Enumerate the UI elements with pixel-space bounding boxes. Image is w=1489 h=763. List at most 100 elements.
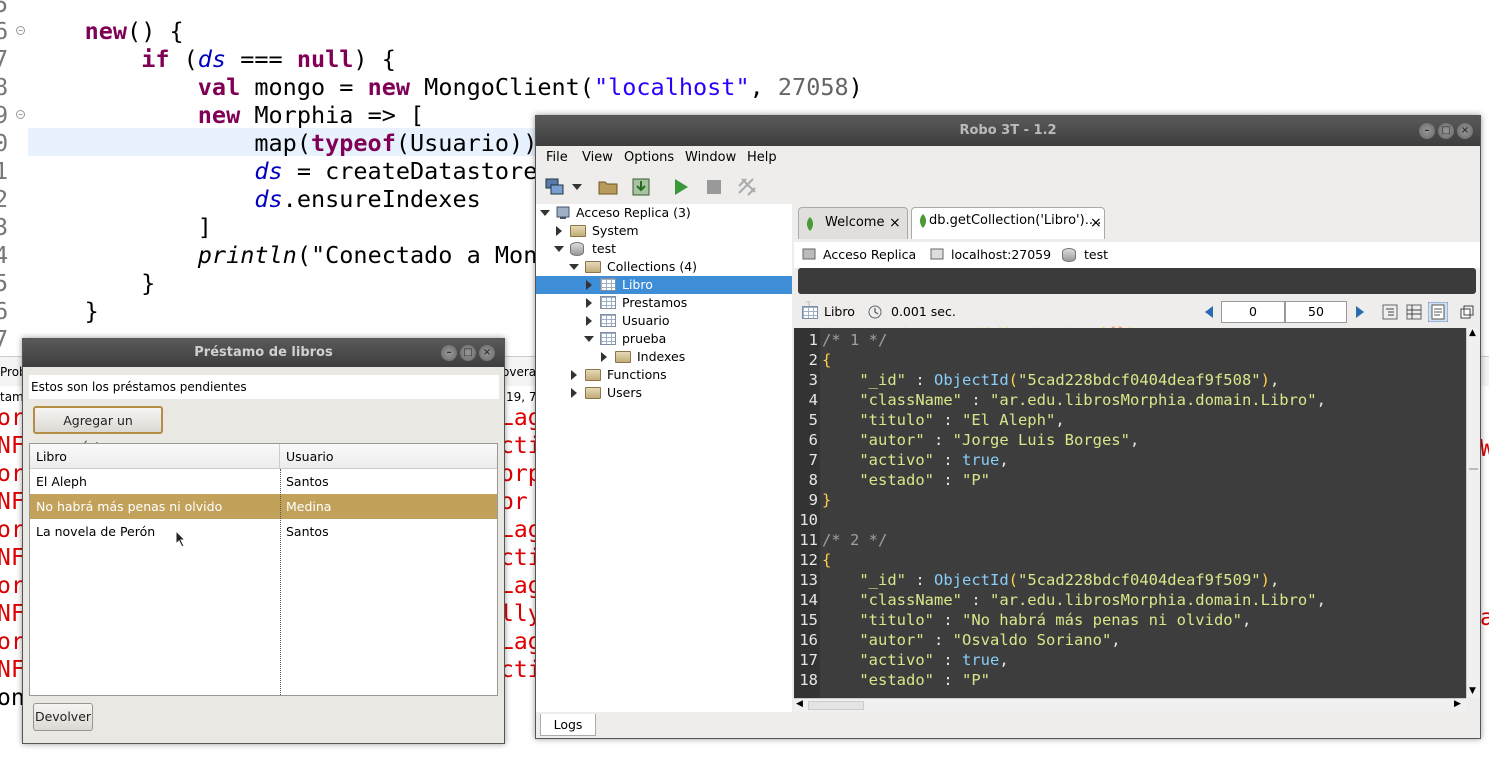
vertical-scrollbar[interactable]: ▲ ▼ — [1466, 328, 1480, 698]
detach-icon[interactable] — [1460, 305, 1474, 319]
logs-tab[interactable]: Logs — [540, 714, 596, 736]
close-tab-icon[interactable]: × — [1090, 208, 1102, 238]
folder-icon — [585, 261, 601, 273]
tree-db-label: test — [592, 241, 617, 256]
tree-collection-libro[interactable]: Libro — [536, 276, 792, 294]
line-number: 5 — [0, 269, 9, 297]
menu-window[interactable]: Window — [685, 146, 736, 170]
fold-icon[interactable]: − — [16, 110, 25, 119]
execute-icon[interactable] — [670, 176, 692, 198]
save-icon[interactable] — [630, 176, 652, 198]
add-loan-button[interactable]: Agregar un préstamo — [33, 406, 163, 454]
skip-input[interactable]: 0 — [1221, 301, 1285, 323]
format-icon[interactable] — [736, 176, 758, 198]
tab-welcome[interactable]: Welcome × — [798, 207, 908, 239]
close-tab-icon[interactable]: × — [889, 208, 901, 238]
limit-input[interactable]: 50 — [1285, 301, 1347, 323]
scroll-up-icon[interactable]: ▲ — [1469, 328, 1476, 338]
next-page-icon[interactable] — [1355, 306, 1365, 318]
prestamos-dialog: Préstamo de libros – □ × Estos son los p… — [22, 338, 505, 744]
info-host: localhost:27059 — [951, 247, 1052, 262]
database-icon — [570, 242, 584, 256]
menu-view[interactable]: View — [582, 146, 613, 170]
menu-options[interactable]: Options — [624, 146, 674, 170]
console-fragment: on — [0, 685, 25, 711]
tab-query[interactable]: db.getCollection('Libro').... × — [911, 207, 1105, 239]
line-number: 7 — [0, 325, 9, 353]
line-number: 8 — [0, 73, 9, 101]
line-number: 4 — [0, 241, 9, 269]
console-fragment: NF — [0, 489, 25, 515]
minimize-icon[interactable]: – — [441, 345, 457, 361]
close-icon[interactable]: × — [479, 345, 495, 361]
tree-item-label: Libro — [622, 277, 653, 292]
database-icon — [1062, 248, 1076, 262]
chevron-down-icon[interactable] — [572, 184, 582, 192]
tree-item-label: prueba — [622, 331, 667, 346]
prev-page-icon[interactable] — [1204, 306, 1214, 318]
collection-icon — [600, 332, 616, 345]
table-row[interactable]: El Aleph Santos — [30, 469, 497, 494]
result-text-view[interactable]: 1/* 1 */2{3 "_id" : ObjectId("5cad228bdc… — [794, 328, 1466, 698]
menu-file[interactable]: File — [546, 146, 568, 170]
table-row[interactable]: No habrá más penas ni olvido Medina — [30, 494, 497, 519]
server-icon — [802, 248, 816, 260]
horizontal-scrollbar[interactable]: ◀ ▶ — [794, 698, 1466, 712]
minimize-icon[interactable]: – — [1419, 123, 1435, 139]
fold-icon[interactable]: − — [16, 26, 25, 35]
dialog-titlebar[interactable]: Préstamo de libros – □ × — [23, 339, 504, 367]
scroll-right-icon[interactable]: ▶ — [1454, 699, 1461, 709]
open-folder-icon[interactable] — [597, 176, 619, 198]
console-fragment: or — [0, 405, 25, 431]
connect-icon[interactable] — [544, 176, 566, 198]
code-line: 9− new Morphia => [ — [0, 101, 540, 129]
column-header-usuario[interactable]: Usuario — [280, 444, 497, 469]
tree-item-label: Prestamos — [622, 295, 688, 310]
tree-system-label: System — [592, 223, 639, 238]
table-row[interactable]: La novela de Perón Santos — [30, 519, 497, 544]
line-number: 7 — [0, 45, 9, 73]
scroll-left-icon[interactable]: ◀ — [796, 699, 803, 709]
toolbar — [536, 172, 1480, 204]
console-status-left: tam — [0, 390, 24, 404]
folder-icon — [585, 369, 601, 381]
clock-icon — [868, 305, 882, 319]
maximize-icon[interactable]: □ — [1438, 123, 1454, 139]
query-input[interactable]: 1 db.getCollection('Libro').find({}) — [798, 268, 1476, 342]
tree-collections-label: Collections (4) — [607, 259, 698, 274]
query-panel: Welcome × db.getCollection('Libro').... … — [794, 204, 1480, 712]
code-line: 5 } — [0, 269, 540, 297]
query-info-bar: Acceso Replica localhost:27059 test — [794, 242, 1480, 268]
console-tab-mid[interactable]: overa — [502, 365, 536, 379]
tree-view-icon[interactable] — [1382, 304, 1398, 320]
text-view-icon[interactable] — [1428, 302, 1448, 322]
robo-titlebar[interactable]: Robo 3T - 1.2 – □ × — [536, 116, 1480, 146]
stop-icon[interactable] — [703, 176, 725, 198]
line-number: 3 — [0, 213, 9, 241]
loans-table: Libro Usuario El Aleph Santos No habrá más… — [29, 443, 498, 696]
tab-query-label: db.getCollection('Libro').... — [929, 213, 1102, 228]
column-header-libro[interactable]: Libro — [30, 444, 280, 469]
result-bar: Libro 0.001 sec. 0 50 — [794, 298, 1480, 326]
tree-functions-label: Functions — [607, 367, 667, 382]
collection-icon — [600, 278, 616, 291]
code-line: 2 ds.ensureIndexes — [0, 185, 540, 213]
code-line: 1 ds = createDatastore — [0, 157, 540, 185]
tree-item-label: Usuario — [622, 313, 670, 328]
console-right-fragment-2: a — [1480, 605, 1489, 631]
maximize-icon[interactable]: □ — [460, 345, 476, 361]
menu-help[interactable]: Help — [747, 146, 777, 170]
server-icon — [556, 206, 570, 219]
folder-icon — [585, 387, 601, 399]
robo-title: Robo 3T - 1.2 — [959, 123, 1057, 138]
line-number: 6 — [0, 297, 9, 325]
console-fragment: or — [0, 461, 25, 487]
scroll-down-icon[interactable]: ▼ — [1469, 686, 1476, 696]
cell-libro: La novela de Perón — [36, 524, 156, 539]
return-button[interactable]: Devolver — [33, 703, 93, 731]
code-line: 7 if (ds === null) { — [0, 45, 540, 73]
table-view-icon[interactable] — [1406, 304, 1422, 320]
code-line: 5 — [0, 0, 540, 18]
close-icon[interactable]: × — [1457, 123, 1473, 139]
line-number: 6 — [0, 17, 9, 45]
